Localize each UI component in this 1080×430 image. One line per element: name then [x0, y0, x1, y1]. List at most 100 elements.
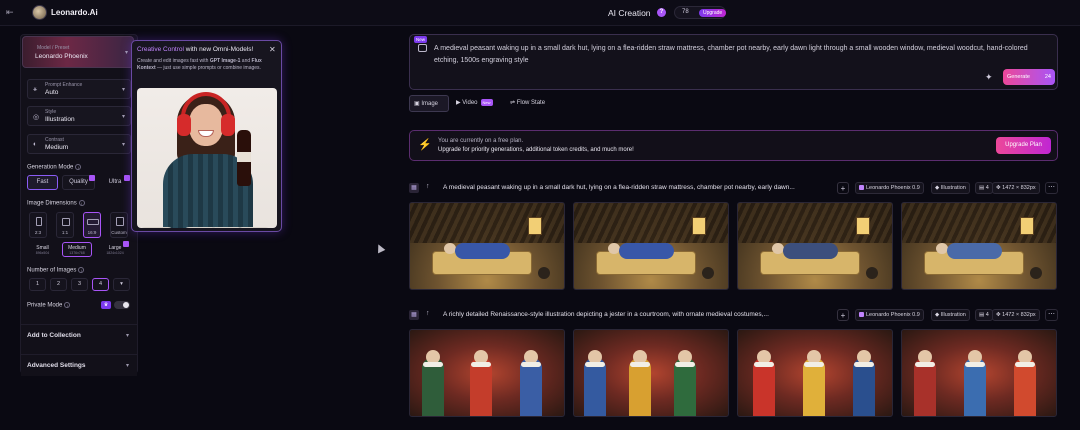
user-avatar[interactable] [32, 5, 47, 20]
num-images-1[interactable]: 1 [29, 278, 46, 291]
generate-label: Generate [1007, 74, 1030, 80]
generated-image[interactable] [737, 329, 893, 417]
plus-icon[interactable]: + [837, 309, 849, 321]
dimension-16-9[interactable]: 16:9 [83, 212, 101, 238]
size-medium-button[interactable]: Medium 1376x768 [62, 242, 92, 257]
style-chip: ◆ Illustration [931, 182, 970, 194]
generation-title: A richly detailed Renaissance-style illu… [443, 311, 769, 318]
upgrade-banner [409, 130, 1058, 161]
prompt-enhance-label: Prompt Enhance [45, 82, 83, 88]
contrast-label: Contrast [45, 137, 64, 143]
token-count: 78 [682, 9, 689, 15]
generated-image[interactable] [573, 202, 729, 290]
enhance-icon: ⚹ [33, 86, 38, 93]
generated-image[interactable] [901, 329, 1057, 417]
mode-fast-button[interactable]: Fast [27, 175, 58, 190]
banner-line-2: Upgrade for priority generations, additi… [438, 147, 634, 153]
num-images-2[interactable]: 2 [50, 278, 67, 291]
generation-icon: ▦ [409, 183, 419, 193]
style-value: Illustration [45, 116, 75, 123]
size-sub: 1824x1024 [106, 251, 124, 255]
generate-button[interactable]: Generate 24 [1003, 69, 1055, 85]
size-small-button[interactable]: Small 896x504 [29, 242, 56, 257]
private-mode-label: Private Mode i [27, 302, 71, 309]
chevron-down-icon: ▾ [121, 87, 125, 93]
info-icon[interactable]: i [78, 267, 85, 273]
dimension-1-1[interactable]: 1:1 [56, 212, 74, 238]
prompt-enhance-value: Auto [45, 89, 59, 96]
popup-preview-image [137, 88, 277, 228]
new-badge: New [414, 36, 428, 43]
chevron-down-icon: ▾ [125, 333, 129, 339]
plus-icon[interactable]: + [837, 182, 849, 194]
size-sub: 896x504 [35, 251, 50, 255]
generation-mode-title: Generation Mode i [27, 164, 82, 171]
info-icon[interactable]: i [75, 164, 82, 170]
help-icon[interactable]: ? [657, 8, 666, 17]
size-chip: ✥ 1472 × 832px [992, 182, 1040, 194]
more-options-icon[interactable]: ⋯ [1045, 182, 1058, 194]
advanced-settings-label: Advanced Settings [27, 362, 86, 369]
more-options-icon[interactable]: ⋯ [1045, 309, 1058, 321]
reuse-prompt-icon[interactable]: ↑ [426, 310, 430, 317]
generated-image[interactable] [901, 202, 1057, 290]
mouse-cursor [374, 242, 386, 254]
upgrade-chip[interactable]: Upgrade [699, 9, 727, 17]
chevron-down-icon: ▾ [121, 114, 125, 120]
generate-cost: 24 [1044, 74, 1051, 80]
dimension-2-3[interactable]: 2:3 [29, 212, 47, 238]
info-icon[interactable]: i [64, 302, 71, 308]
size-chip: ✥ 1472 × 832px [992, 309, 1040, 321]
generation-title: A medieval peasant waking up in a small … [443, 184, 795, 191]
contrast-select[interactable]: ◐ Contrast Medium ▾ [27, 134, 131, 154]
chevron-down-icon: ▾ [124, 50, 128, 56]
close-icon[interactable]: ✕ [269, 45, 276, 54]
image-dimensions-title: Image Dimensions i [27, 200, 85, 207]
info-icon[interactable]: i [78, 200, 85, 206]
top-bar [0, 0, 1080, 26]
palette-icon: ◎ [33, 114, 40, 121]
new-badge: New [480, 98, 493, 106]
dimension-custom[interactable]: Custom [110, 212, 128, 238]
style-label: Style [45, 109, 57, 115]
upgrade-plan-button[interactable]: Upgrade Plan [996, 137, 1051, 154]
prompt-input[interactable]: A medieval peasant waking up in a small … [434, 43, 1044, 67]
banner-line-1: You are currently on a free plan. [438, 138, 524, 144]
size-sub: 1376x768 [69, 251, 85, 255]
source-thumbnail [139, 227, 174, 228]
num-images-3[interactable]: 3 [71, 278, 88, 291]
generation-header: ▦ ↑ A richly detailed Renaissance-style … [409, 309, 1058, 323]
generation-header: ▦ ↑ A medieval peasant waking up in a sm… [409, 182, 1058, 196]
num-images-4[interactable]: 4 [92, 278, 109, 291]
add-to-collection-row[interactable]: Add to Collection ▾ [21, 324, 137, 346]
generated-image[interactable] [737, 202, 893, 290]
num-images-more[interactable]: ▾ [113, 278, 130, 291]
sparkle-icon[interactable]: ✦ [985, 72, 993, 83]
generated-image[interactable] [409, 202, 565, 290]
tab-video[interactable]: ▶ Video New [452, 95, 502, 112]
contrast-icon: ◐ [33, 141, 38, 148]
prompt-enhance-select[interactable]: ⚹ Prompt Enhance Auto ▾ [27, 79, 131, 99]
generation-icon: ▦ [409, 310, 419, 320]
tab-image[interactable]: ▣ Image [409, 95, 449, 112]
image-prompt-icon[interactable] [418, 44, 427, 52]
source-thumbnail [236, 227, 271, 228]
generated-image[interactable] [573, 329, 729, 417]
advanced-settings-row[interactable]: Advanced Settings ▾ [21, 354, 137, 376]
generated-image[interactable] [409, 329, 565, 417]
model-preset-selector[interactable]: Model / Preset Leonardo Phoenix ▾ [22, 36, 134, 68]
count-chip: ▤ 4 [975, 309, 993, 321]
model-label: Model / Preset [37, 45, 70, 51]
style-select[interactable]: ◎ Style Illustration ▾ [27, 106, 131, 126]
reuse-prompt-icon[interactable]: ↑ [426, 183, 430, 190]
dimension-label: 16:9 [87, 230, 97, 235]
token-balance[interactable]: 78 Upgrade [674, 6, 727, 19]
popup-title: Creative Control with new Omni-Models! [137, 46, 254, 53]
model-chip: Leonardo Phoenix 0.9 [855, 182, 924, 194]
arrow-left-icon[interactable]: ⇤ [6, 7, 14, 18]
private-mode-toggle[interactable] [114, 301, 130, 309]
style-chip: ◆ Illustration [931, 309, 970, 321]
model-value: Leonardo Phoenix [35, 53, 88, 60]
dimension-label: 2:3 [34, 230, 42, 235]
tab-flow-state[interactable]: ⇌ Flow State [506, 95, 554, 112]
